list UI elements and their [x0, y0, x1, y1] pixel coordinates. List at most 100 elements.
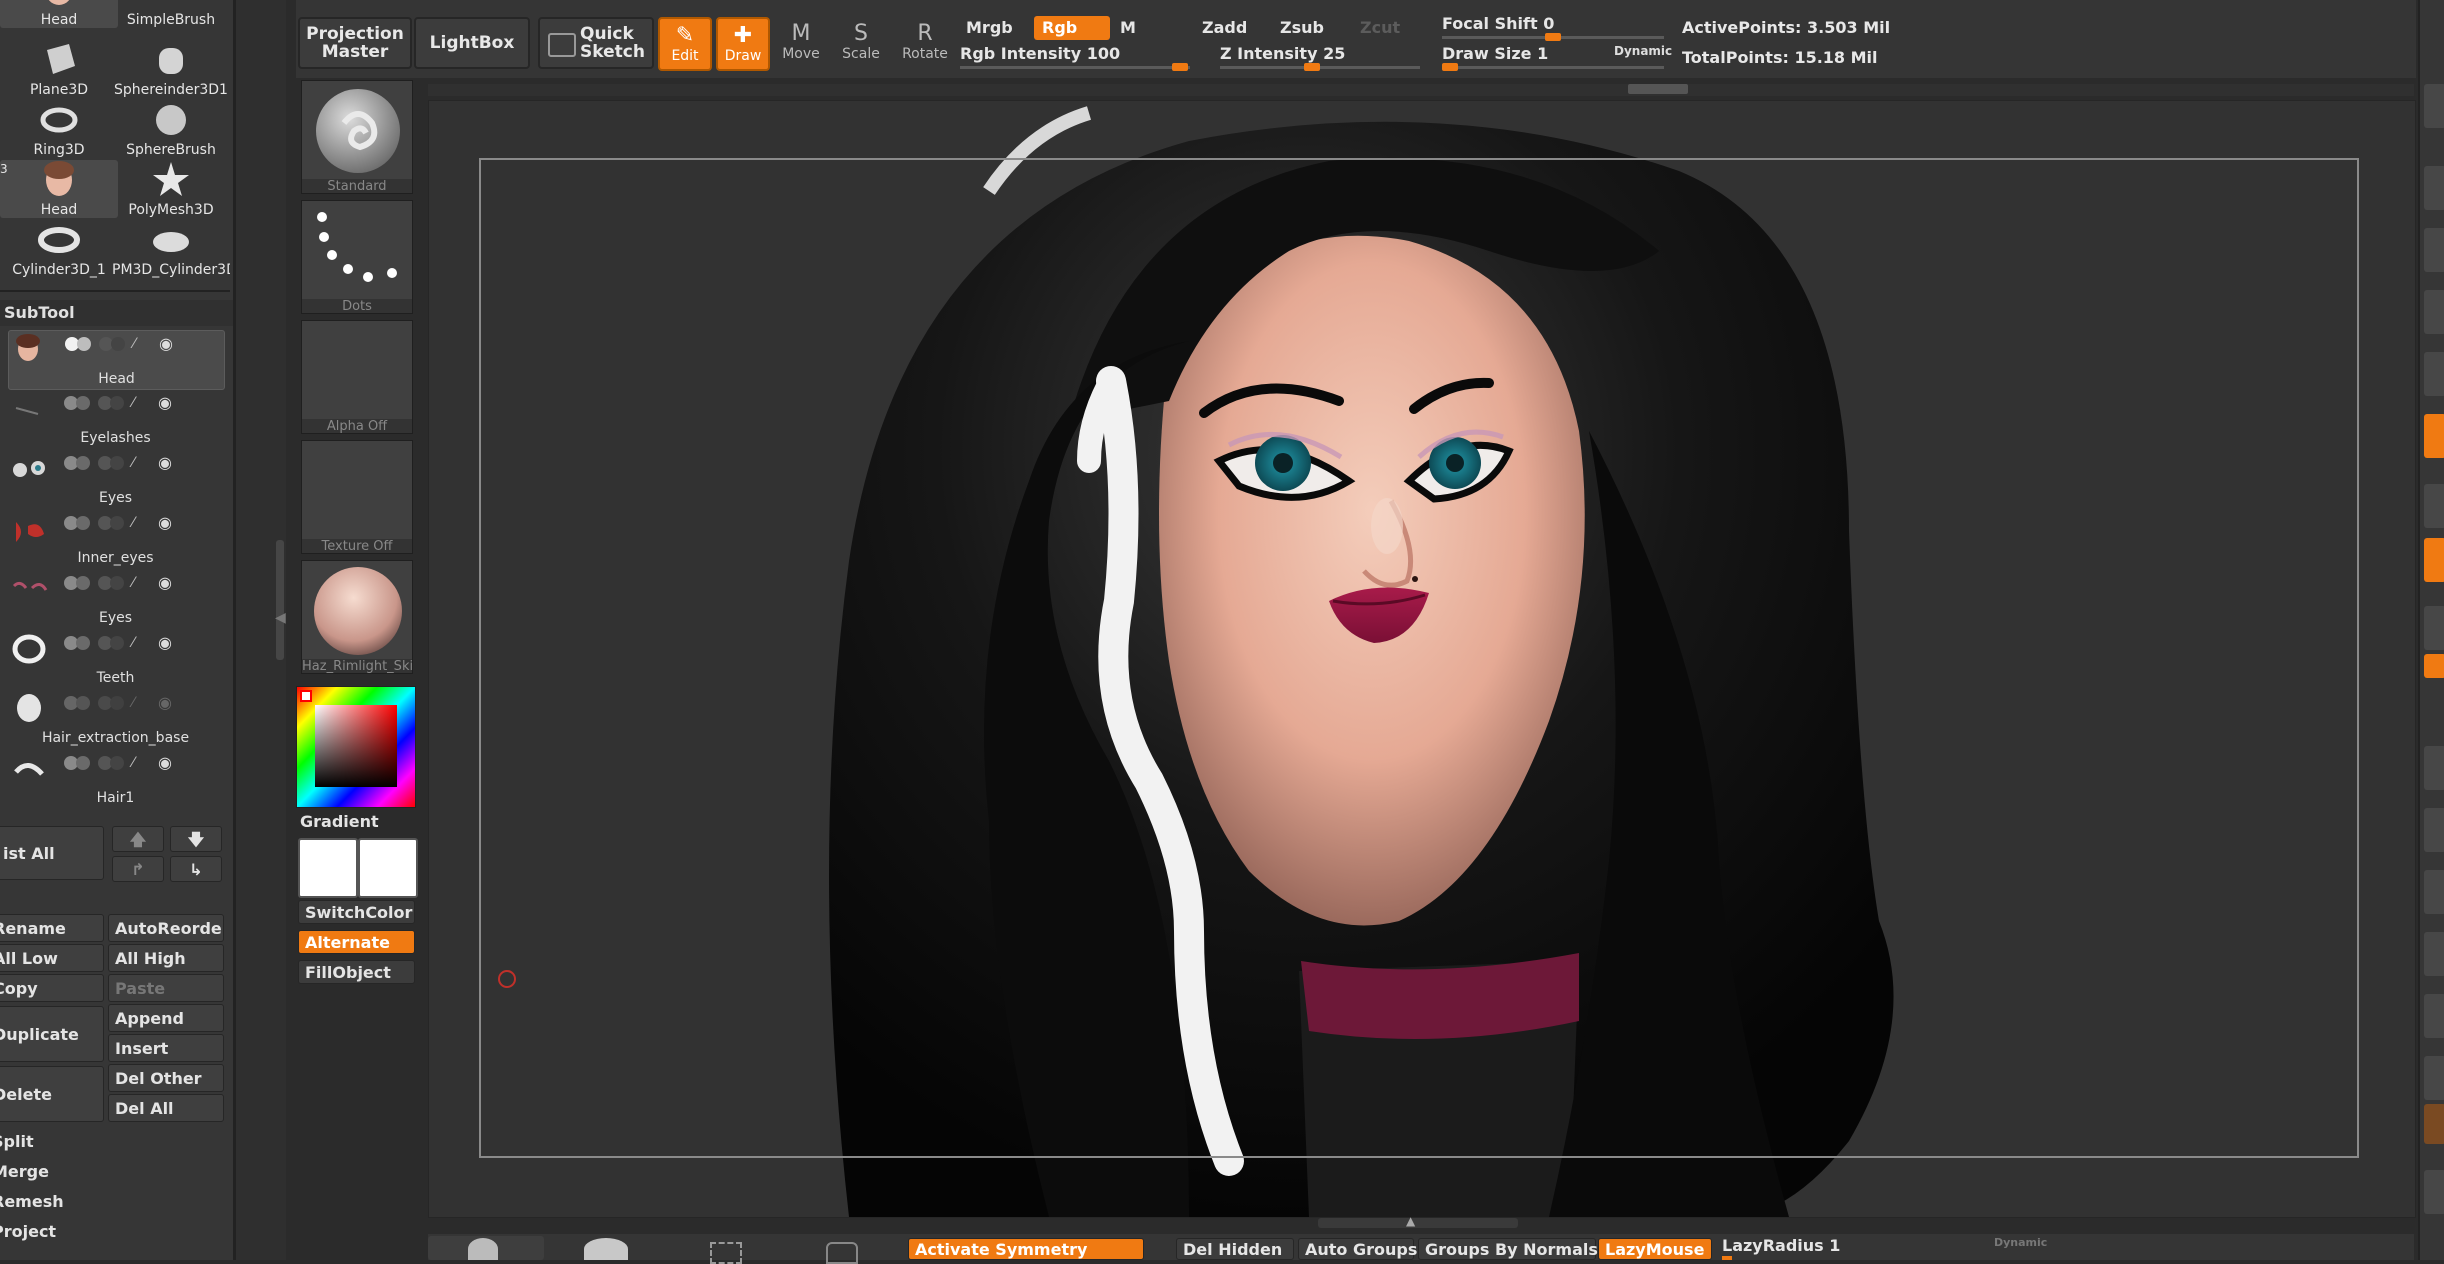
tool-item[interactable]: SimpleBrush	[112, 0, 230, 28]
eye-icon[interactable]: ◉	[158, 755, 182, 771]
paste-button[interactable]: Paste	[108, 974, 224, 1002]
material-thumb-icon[interactable]	[584, 1238, 628, 1260]
copy-button[interactable]: Copy	[0, 974, 104, 1002]
m-button[interactable]: M	[1112, 16, 1186, 40]
polygroup-dots-icon[interactable]	[98, 516, 126, 530]
eye-icon[interactable]: ◉	[158, 575, 182, 591]
bpr-render-icon[interactable]	[2424, 84, 2444, 128]
z-intensity-track[interactable]	[1220, 66, 1420, 69]
focal-shift-knob[interactable]	[1545, 33, 1561, 41]
subtool-row[interactable]: ⁄ ◉ Hair_extraction_base	[8, 690, 223, 748]
polygroup-dots-icon[interactable]	[98, 636, 126, 650]
scale-view-icon[interactable]	[2424, 870, 2444, 914]
scrollbar-thumb[interactable]	[276, 540, 284, 660]
rotate-mode-button[interactable]: R Rotate	[898, 17, 952, 71]
insert-button[interactable]: Insert	[108, 1034, 224, 1062]
stroke-slot[interactable]: Dots	[301, 200, 413, 314]
brush-icon[interactable]: ⁄	[133, 337, 153, 351]
visibility-dots-icon[interactable]	[64, 396, 92, 410]
color-picker[interactable]	[296, 686, 416, 808]
rotate-view-icon[interactable]	[2424, 932, 2444, 976]
brush-icon[interactable]: ⁄	[132, 756, 152, 770]
rgb-intensity-knob[interactable]	[1172, 63, 1188, 71]
visibility-dots-icon[interactable]	[64, 636, 92, 650]
draw-mode-button[interactable]: ✚ Draw	[716, 17, 770, 71]
merge-section[interactable]: Merge	[0, 1158, 186, 1186]
tool-item[interactable]: Ring3D	[0, 100, 118, 158]
auto-reorder-button[interactable]: AutoReorder	[108, 914, 224, 942]
bottom-scroll-thumb[interactable]	[1318, 1218, 1518, 1228]
brush-icon[interactable]: ⁄	[132, 456, 152, 470]
persp-icon[interactable]	[2424, 414, 2444, 458]
del-other-button[interactable]: Del Other	[108, 1064, 224, 1092]
eye-icon[interactable]: ◉	[158, 635, 182, 651]
projection-master-button[interactable]: Projection Master	[298, 17, 412, 69]
groups-by-normals-button[interactable]: Groups By Normals	[1418, 1238, 1598, 1260]
lightbox-button[interactable]: LightBox	[414, 17, 530, 69]
project-section[interactable]: Project	[0, 1218, 186, 1246]
auto-groups-button[interactable]: Auto Groups	[1298, 1238, 1417, 1260]
subtool-header[interactable]: SubTool	[0, 300, 233, 326]
del-all-button[interactable]: Del All	[108, 1094, 224, 1122]
gradient-label[interactable]: Gradient	[300, 812, 379, 831]
main-color-swatch[interactable]	[298, 838, 358, 898]
all-high-button[interactable]: All High	[108, 944, 224, 972]
dynamic-toggle[interactable]: Dynamic	[1614, 44, 1672, 58]
rgb-button[interactable]: Rgb	[1034, 16, 1110, 40]
tool-item[interactable]: Sphereinder3D1	[112, 40, 230, 98]
tool-item[interactable]: Plane3D	[0, 40, 118, 98]
polygroup-dots-icon[interactable]	[98, 696, 126, 710]
solo-icon[interactable]	[2424, 1170, 2444, 1214]
floor-icon[interactable]	[2424, 484, 2444, 528]
tool-item[interactable]: Head	[0, 0, 118, 28]
rgb-intensity-slider[interactable]: Rgb Intensity 100	[960, 44, 1120, 63]
local-icon[interactable]	[2424, 538, 2444, 582]
polygroup-dots-icon[interactable]	[98, 396, 126, 410]
expand-shelf-icon[interactable]: ▲	[1406, 1214, 1415, 1228]
brush-icon[interactable]: ⁄	[132, 396, 152, 410]
brush-thumb-button[interactable]	[428, 1236, 544, 1260]
aahalf-icon[interactable]	[2424, 352, 2444, 396]
tool-item[interactable]: SphereBrush	[112, 100, 230, 158]
actual-icon[interactable]	[2424, 290, 2444, 334]
top-scroll-track[interactable]	[428, 84, 2414, 96]
material-slot[interactable]: Haz_Rimlight_Ski	[301, 560, 413, 674]
lazy-radius-slider[interactable]: LazyRadius 1	[1722, 1236, 1840, 1255]
brush-icon[interactable]: ⁄	[132, 636, 152, 650]
all-low-button[interactable]: All Low	[0, 944, 104, 972]
edit-mode-button[interactable]: ✎ Edit	[658, 17, 712, 71]
polygroup-dots-icon[interactable]	[98, 756, 126, 770]
scroll-icon[interactable]	[2424, 166, 2444, 210]
duplicate-button[interactable]: Duplicate	[0, 1006, 104, 1062]
move-view-icon[interactable]	[2424, 808, 2444, 852]
eye-icon[interactable]: ◉	[158, 455, 182, 471]
selection-rect-icon[interactable]	[710, 1242, 742, 1264]
append-button[interactable]: Append	[108, 1004, 224, 1032]
move-mode-button[interactable]: M Move	[774, 17, 828, 71]
move-down-button[interactable]: 🡇	[170, 826, 222, 852]
lazy-radius-knob[interactable]	[1722, 1256, 1732, 1260]
delete-button[interactable]: Delete	[0, 1066, 104, 1122]
subtool-row[interactable]: ⁄ ◉ Eyes	[8, 570, 223, 628]
texture-slot[interactable]: Texture Off	[301, 440, 413, 554]
dynamic-label[interactable]: Dynamic	[1994, 1236, 2047, 1249]
subtool-row[interactable]: ⁄ ◉ Hair1	[8, 750, 223, 808]
eye-icon[interactable]: ◉	[158, 395, 182, 411]
subtool-row-selected[interactable]: ⁄ ◉ Head	[8, 330, 225, 390]
lasso-icon[interactable]	[826, 1242, 858, 1264]
rgb-intensity-track[interactable]	[960, 66, 1190, 69]
visibility-dots-icon[interactable]	[64, 576, 92, 590]
draw-size-track[interactable]	[1442, 66, 1664, 69]
focal-shift-slider[interactable]: Focal Shift 0	[1442, 14, 1554, 33]
list-all-button[interactable]: ist All	[0, 826, 104, 880]
visibility-dots-icon[interactable]	[64, 516, 92, 530]
alpha-slot[interactable]: Alpha Off	[301, 320, 413, 434]
top-scroll-thumb[interactable]	[1628, 84, 1688, 94]
subtool-row[interactable]: ⁄ ◉ Eyes	[8, 450, 223, 508]
zcut-button[interactable]: Zcut	[1352, 16, 1426, 40]
visibility-dots-icon[interactable]	[64, 456, 92, 470]
visibility-dots-icon[interactable]	[64, 756, 92, 770]
collapse-arrow-icon[interactable]: ◀	[275, 610, 286, 626]
draw-size-knob[interactable]	[1442, 63, 1458, 71]
move-down-alt-button[interactable]: ↳	[170, 856, 222, 882]
